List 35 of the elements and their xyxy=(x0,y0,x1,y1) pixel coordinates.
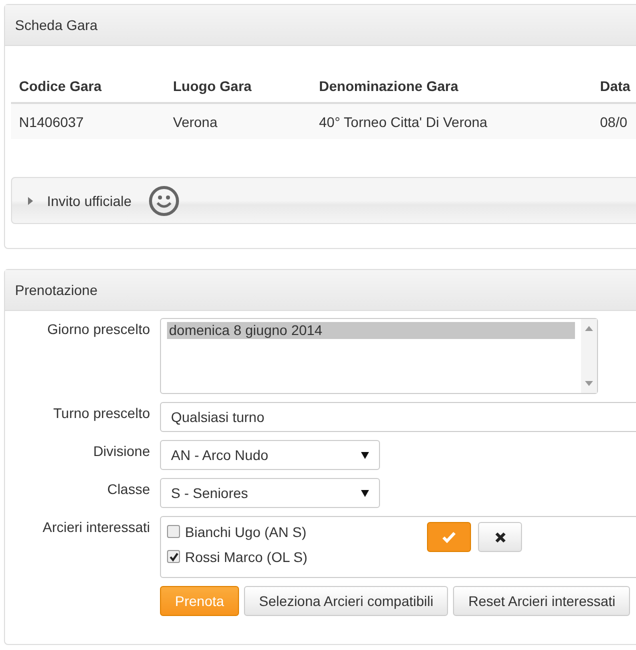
clear-button[interactable] xyxy=(478,522,522,552)
panel-title: Prenotazione xyxy=(15,282,98,298)
dropdown-icon xyxy=(361,490,369,496)
field-label: Divisione xyxy=(92,442,150,459)
checkbox-label: Bianchi Ugo (AN S) xyxy=(185,524,306,540)
table-cell: Verona xyxy=(165,103,311,139)
action-button[interactable]: Seleziona Arcieri compatibili xyxy=(244,586,448,616)
caret-icon xyxy=(28,196,33,204)
checkbox[interactable] xyxy=(167,525,180,538)
close-icon xyxy=(494,532,506,542)
division-select[interactable]: AN - Arco Nudo xyxy=(160,440,380,470)
field-label: Classe xyxy=(106,480,150,497)
dropdown-icon xyxy=(361,452,369,458)
action-button[interactable]: Reset Arcieri interessati xyxy=(453,586,630,616)
day-listbox[interactable]: domenica 8 giugno 2014 xyxy=(160,318,598,394)
checkbox-label: Rossi Marco (OL S) xyxy=(185,548,308,564)
check-icon xyxy=(442,531,456,543)
smiley-icon xyxy=(148,184,180,216)
table-cell: N1406037 xyxy=(11,103,165,139)
table-cell: 40° Torneo Citta' Di Verona xyxy=(311,103,592,139)
field-label: Arcieri interessati xyxy=(42,518,150,535)
table-cell: 08/0 xyxy=(592,103,636,139)
field-label: Turno prescelto xyxy=(52,404,150,421)
accordion-header[interactable]: Invito ufficiale xyxy=(11,177,636,224)
listbox-option[interactable]: domenica 8 giugno 2014 xyxy=(167,322,575,339)
scroll-up-icon[interactable] xyxy=(585,326,593,331)
shift-field[interactable]: Qualsiasi turno xyxy=(160,402,636,432)
accordion-label: Invito ufficiale xyxy=(47,192,132,208)
field-label: Giorno prescelto xyxy=(46,320,150,337)
checkbox[interactable] xyxy=(167,550,180,563)
scrollbar[interactable] xyxy=(581,319,597,393)
panel-title: Scheda Gara xyxy=(15,17,98,33)
class-select[interactable]: S - Seniores xyxy=(160,478,380,508)
select-all-button[interactable] xyxy=(427,522,471,552)
scroll-down-icon[interactable] xyxy=(585,381,593,386)
